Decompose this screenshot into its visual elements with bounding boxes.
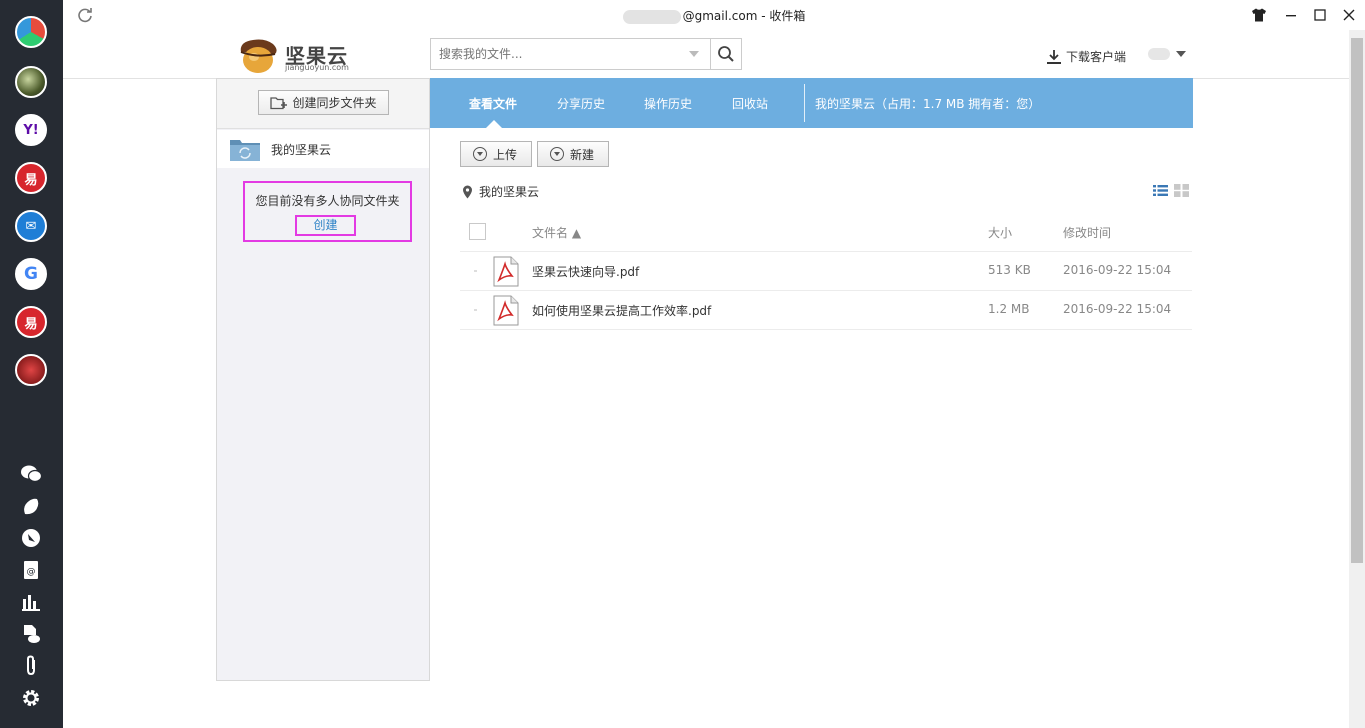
netease-mail-icon[interactable]: 易: [15, 162, 47, 194]
redacted-username: [1148, 48, 1170, 60]
stats-icon[interactable]: [20, 591, 42, 613]
create-sync-folder-button[interactable]: 创建同步文件夹: [258, 90, 389, 115]
pdf-file-icon: [493, 295, 519, 326]
list-view-icon[interactable]: [1153, 184, 1168, 197]
column-size[interactable]: 大小: [988, 224, 1012, 241]
wechat-icon[interactable]: [20, 463, 42, 485]
table-row[interactable]: 如何使用坚果云提高工作效率.pdf 1.2 MB 2016-09-22 15:0…: [460, 291, 1192, 330]
file-size: 513 KB: [988, 263, 1031, 277]
file-modified: 2016-09-22 15:04: [1063, 302, 1172, 316]
sidebar-item-my-folder[interactable]: 我的坚果云: [217, 130, 429, 168]
cloud-file-icon[interactable]: [20, 623, 42, 645]
window-titlebar: @gmail.com - 收件箱: [63, 0, 1365, 30]
column-filename[interactable]: 文件名 ▲: [532, 224, 581, 241]
logo-domain: jianguoyun.com: [285, 63, 349, 72]
select-all-checkbox[interactable]: [469, 223, 486, 240]
new-button[interactable]: 新建: [537, 141, 609, 167]
sidebar: 创建同步文件夹 我的坚果云 您目前没有多人协同文件夹 创建: [216, 78, 430, 681]
yahoo-mail-icon[interactable]: Y!: [15, 114, 47, 146]
skin-shirt-icon[interactable]: [1250, 6, 1268, 24]
search-button[interactable]: [710, 39, 741, 69]
gmail-google-icon[interactable]: G: [15, 258, 47, 290]
notes-icon[interactable]: [20, 495, 42, 517]
window-title: @gmail.com - 收件箱: [63, 7, 1365, 24]
search-box: [430, 38, 742, 70]
jianguoyun-logo[interactable]: 坚果云 jianguoyun.com: [235, 34, 365, 76]
new-label: 新建: [570, 147, 595, 162]
tab-divider: [804, 84, 805, 122]
tab-operation-history[interactable]: 操作历史: [644, 95, 692, 112]
my-folder-label: 我的坚果云: [271, 142, 332, 157]
maximize-icon[interactable]: [1311, 6, 1329, 24]
file-table-header: 文件名 ▲ 大小 修改时间: [460, 212, 1192, 252]
tab-recycle-bin[interactable]: 回收站: [732, 95, 768, 112]
chevron-down-icon: [1176, 51, 1186, 57]
attachment-icon[interactable]: [20, 655, 42, 677]
search-input[interactable]: [431, 39, 709, 69]
photo-avatar[interactable]: [15, 66, 47, 98]
minimize-icon[interactable]: [1282, 6, 1300, 24]
outlook-mail-icon[interactable]: ✉: [15, 210, 47, 242]
location-pin-icon: [463, 185, 472, 198]
breadcrumb: 我的坚果云: [462, 183, 539, 200]
netease-mail-icon-2[interactable]: 易: [15, 306, 47, 338]
sidebar-top: 创建同步文件夹: [217, 79, 429, 129]
row-handle[interactable]: [474, 309, 477, 311]
table-row[interactable]: 坚果云快速向导.pdf 513 KB 2016-09-22 15:04: [460, 252, 1192, 291]
breadcrumb-item[interactable]: 我的坚果云: [479, 183, 539, 200]
settings-icon[interactable]: [20, 687, 42, 709]
search-dropdown-icon[interactable]: [689, 51, 699, 57]
column-modified[interactable]: 修改时间: [1063, 224, 1111, 241]
compass-icon[interactable]: [20, 527, 42, 549]
acorn-logo-icon: [240, 39, 277, 73]
storage-info: 我的坚果云（占用：1.7 MB 拥有者：您）: [815, 97, 1041, 111]
row-handle[interactable]: [474, 270, 477, 272]
grid-view-icon[interactable]: [1174, 184, 1189, 197]
add-folder-icon: [270, 96, 288, 109]
empty-collab-notice: 您目前没有多人协同文件夹 创建: [243, 181, 412, 242]
file-name[interactable]: 如何使用坚果云提高工作效率.pdf: [532, 302, 711, 319]
redacted-email: [622, 9, 681, 24]
empty-collab-message: 您目前没有多人协同文件夹: [255, 194, 400, 208]
tab-share-history[interactable]: 分享历史: [557, 95, 605, 112]
upload-button[interactable]: 上传: [460, 141, 532, 167]
tab-view-files[interactable]: 查看文件: [469, 95, 517, 112]
active-tab-pointer: [486, 120, 502, 128]
create-sync-folder-label: 创建同步文件夹: [292, 96, 377, 110]
app-dock: Y! 易 ✉ G 易 @: [0, 0, 63, 728]
main-tab-bar: 查看文件 分享历史 操作历史 回收站 我的坚果云（占用：1.7 MB 拥有者：您…: [430, 78, 1193, 128]
upload-label: 上传: [493, 147, 518, 162]
pdf-file-icon: [493, 256, 519, 287]
user-menu[interactable]: [1148, 48, 1186, 60]
sync-folder-icon: [230, 140, 260, 161]
file-modified: 2016-09-22 15:04: [1063, 263, 1172, 277]
vertical-scrollbar[interactable]: [1349, 30, 1365, 728]
dropdown-circle-icon: [550, 147, 564, 161]
download-icon: [1047, 49, 1061, 64]
colorful-app-icon[interactable]: [15, 16, 47, 48]
file-name[interactable]: 坚果云快速向导.pdf: [532, 263, 639, 280]
download-label: 下载客户端: [1066, 50, 1127, 64]
dropdown-circle-icon: [473, 147, 487, 161]
close-icon[interactable]: [1340, 6, 1358, 24]
download-client-link[interactable]: 下载客户端: [1046, 48, 1126, 65]
file-size: 1.2 MB: [988, 302, 1030, 316]
photo-avatar-2[interactable]: [15, 354, 47, 386]
svg-text:@: @: [27, 567, 36, 577]
view-toggle: [1153, 184, 1189, 197]
app-header: 坚果云 jianguoyun.com 下载客户端: [63, 30, 1349, 79]
create-collab-folder-link[interactable]: 创建: [295, 215, 356, 236]
scrollbar-thumb[interactable]: [1351, 38, 1363, 563]
contacts-icon[interactable]: @: [20, 559, 42, 581]
search-icon: [718, 46, 734, 62]
